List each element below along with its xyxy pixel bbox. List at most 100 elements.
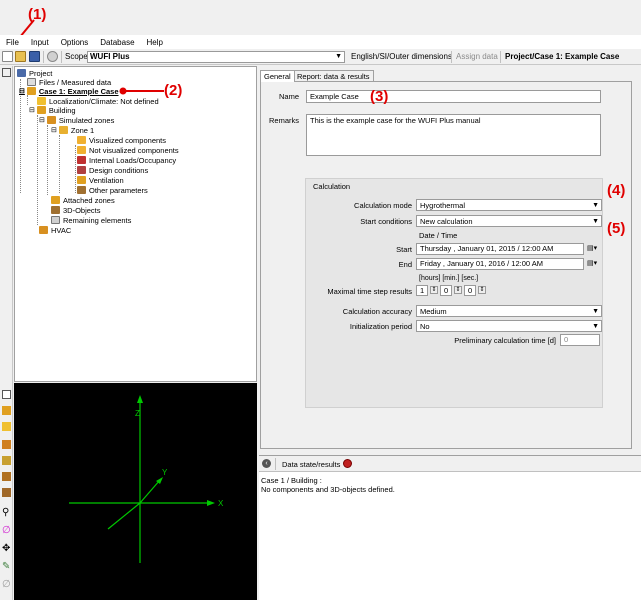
chevron-down-icon: ▼ — [592, 218, 599, 225]
attached-icon — [51, 196, 60, 204]
grid-icon[interactable] — [2, 488, 11, 497]
end-label: End — [398, 260, 412, 269]
climate-icon — [37, 97, 46, 105]
init-select[interactable]: No ▼ — [416, 320, 602, 332]
tree-item-design[interactable]: Design conditions — [77, 165, 148, 175]
tree-label: Building — [48, 105, 76, 115]
step-min-spinner[interactable]: ⇕ — [454, 286, 462, 294]
window-icon[interactable] — [2, 390, 11, 399]
results-message: No components and 3D-objects defined. — [261, 485, 395, 494]
zone-icon[interactable] — [2, 440, 11, 449]
tree-item-not-visualized[interactable]: Not visualized components — [77, 145, 179, 155]
datetime-header: Date / Time — [419, 231, 458, 240]
menu-options[interactable]: Options — [61, 38, 89, 47]
step-min-input[interactable]: 0 — [440, 285, 452, 296]
toolbar: Scope WUFI Plus ▼ English/SI/Outer dimen… — [0, 49, 641, 65]
tree-view-icon[interactable] — [2, 68, 11, 77]
name-input[interactable]: Example Case — [306, 90, 601, 103]
tree-item-remaining[interactable]: Remaining elements — [51, 215, 131, 225]
tree-label: Design conditions — [89, 165, 149, 175]
tree-label: Attached zones — [63, 195, 115, 205]
init-value: No — [420, 322, 430, 331]
remarks-input[interactable]: This is the example case for the WUFI Pl… — [306, 114, 601, 156]
loads-icon[interactable] — [2, 472, 11, 481]
tree-item-ventilation[interactable]: Ventilation — [77, 175, 124, 185]
tree-item-visualized[interactable]: Visualized components — [77, 135, 166, 145]
sun-icon[interactable] — [2, 456, 11, 465]
house-icon[interactable] — [2, 422, 11, 431]
start-datetime-input[interactable]: Thursday , January 01, 2015 / 12:00 AM — [416, 243, 584, 255]
zoom-icon[interactable]: ⚲ — [2, 508, 11, 518]
assign-data-button[interactable]: Assign data — [456, 52, 498, 61]
tree-item-3d-objects[interactable]: 3D-Objects — [51, 205, 101, 215]
back-icon[interactable]: ‹ — [262, 459, 271, 468]
3d-viewport[interactable]: Z Y X — [14, 383, 257, 600]
zone-icon — [58, 126, 68, 134]
tree-item-building[interactable]: ⊟ Building — [29, 105, 76, 115]
calculate-icon[interactable] — [47, 51, 58, 62]
results-path: Case 1 / Building : — [261, 476, 322, 485]
step-sec-input[interactable]: 0 — [464, 285, 476, 296]
tree-label: HVAC — [51, 225, 72, 235]
ventilation-icon — [77, 176, 86, 184]
prelim-input[interactable]: 0 — [560, 334, 600, 346]
files-icon — [27, 78, 36, 86]
tree-item-attached[interactable]: Attached zones — [51, 195, 115, 205]
eraser-icon[interactable]: ∅ — [2, 580, 11, 590]
tree-label: Visualized components — [89, 135, 166, 145]
calc-mode-value: Hygrothermal — [420, 201, 466, 210]
tree-item-other[interactable]: Other parameters — [77, 185, 148, 195]
save-icon[interactable] — [29, 51, 40, 62]
end-datetime-input[interactable]: Friday , January 01, 2016 / 12:00 AM — [416, 258, 584, 270]
building-icon — [36, 106, 46, 114]
prelim-label: Preliminary calculation time [d] — [454, 336, 556, 345]
not-visualized-icon — [77, 146, 86, 154]
calc-mode-select[interactable]: Hygrothermal ▼ — [416, 199, 602, 211]
tree-item-internal-loads[interactable]: Internal Loads/Occupancy — [77, 155, 176, 165]
menu-database[interactable]: Database — [100, 38, 134, 47]
tree-item-simulated-zones[interactable]: ⊟ Simulated zones — [39, 115, 114, 125]
step-sec-spinner[interactable]: ⇕ — [478, 286, 486, 294]
menu-file[interactable]: File — [6, 38, 19, 47]
accuracy-select[interactable]: Medium ▼ — [416, 305, 602, 317]
start-label: Start — [396, 245, 412, 254]
x-axis-label: X — [218, 499, 224, 508]
menu-help[interactable]: Help — [147, 38, 163, 47]
chevron-down-icon: ▼ — [592, 323, 599, 330]
tree-item-zone-1[interactable]: ⊟ Zone 1 — [51, 125, 94, 135]
menu-input[interactable]: Input — [31, 38, 49, 47]
pen-icon[interactable]: ∅ — [2, 526, 11, 536]
component-icon[interactable] — [2, 406, 11, 415]
thermometer-icon — [77, 166, 86, 174]
annotation-4: (4) — [607, 182, 626, 199]
project-icon — [17, 69, 26, 77]
max-step-label: Maximal time step results — [327, 287, 412, 296]
case-icon — [26, 87, 36, 95]
calendar-icon[interactable]: ▤▾ — [587, 259, 597, 267]
move-icon[interactable]: ✥ — [2, 544, 11, 554]
y-axis-label: Y — [162, 468, 168, 477]
calc-mode-label: Calculation mode — [354, 201, 412, 210]
time-units: [hours] [min.] [sec.] — [419, 275, 479, 282]
tab-general[interactable]: General — [260, 70, 295, 82]
scope-select[interactable]: WUFI Plus ▼ — [87, 51, 345, 63]
tree-item-hvac[interactable]: HVAC — [39, 225, 71, 235]
step-hours-spinner[interactable]: ⇕ — [430, 286, 438, 294]
tree-label: Simulated zones — [58, 115, 115, 125]
remaining-icon — [51, 216, 60, 224]
calendar-icon[interactable]: ▤▾ — [587, 244, 597, 252]
step-hours-input[interactable]: 1 — [416, 285, 428, 296]
dimensions-button[interactable]: English/SI/Outer dimensions — [351, 52, 452, 61]
start-cond-label: Start conditions — [360, 217, 412, 226]
visualized-icon — [77, 136, 86, 144]
edit-icon[interactable]: ✎ — [2, 562, 11, 572]
general-panel: Name Example Case Remarks This is the ex… — [260, 81, 632, 449]
new-file-icon[interactable] — [2, 51, 13, 62]
open-folder-icon[interactable] — [15, 51, 26, 62]
results-panel: ‹ Data state/results Case 1 / Building :… — [259, 455, 641, 600]
tree-item-case[interactable]: ⊟ Case 1: Example Case — [19, 86, 119, 96]
calculation-title: Calculation — [313, 182, 351, 191]
tree-label: Zone 1 — [70, 125, 95, 135]
cube-icon — [51, 206, 60, 214]
start-cond-select[interactable]: New calculation ▼ — [416, 215, 602, 227]
